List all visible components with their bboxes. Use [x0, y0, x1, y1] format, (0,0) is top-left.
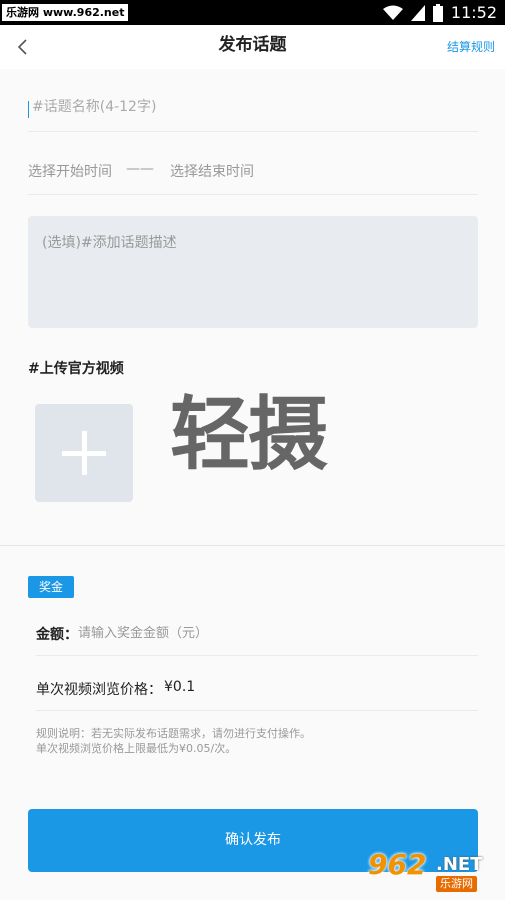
end-time-picker[interactable]: 选择结束时间: [170, 161, 254, 181]
description-box: [28, 216, 478, 328]
topic-name-field: [28, 82, 478, 132]
settlement-rules-link[interactable]: 结算规则: [447, 25, 495, 69]
page-title: 发布话题: [218, 35, 287, 55]
watermark-cn: 乐游网: [436, 876, 477, 892]
text-caret: [28, 101, 29, 118]
upload-video-button[interactable]: [35, 404, 133, 502]
view-price-value: ¥0.1: [164, 679, 196, 695]
battery-icon: [432, 3, 443, 22]
watermark-number: 962: [368, 848, 427, 881]
rules-note-line: 单次视频浏览价格上限最低为¥0.05/次。: [36, 742, 237, 755]
start-time-picker[interactable]: 选择开始时间: [28, 161, 112, 181]
amount-input[interactable]: [78, 618, 458, 648]
rules-note: 规则说明：若无实际发布话题需求，请勿进行支付操作。 单次视频浏览价格上限最低为¥…: [36, 726, 478, 756]
header: 发布话题 结算规则: [0, 25, 505, 69]
wifi-icon: [382, 5, 403, 20]
watermark-text: 乐游网 www.962.net: [2, 4, 129, 21]
time-separator: ——: [126, 161, 154, 177]
upload-video-label: #上传官方视频: [28, 361, 124, 377]
watermark-suffix: .NET: [436, 854, 483, 875]
status-icons: 11:52: [382, 0, 497, 25]
app-logo-text: 轻摄: [170, 387, 328, 481]
bonus-tag: 奖金: [28, 576, 74, 598]
topic-name-input[interactable]: [32, 82, 472, 132]
status-time: 11:52: [450, 3, 497, 22]
status-bar: 乐游网 www.962.net 11:52: [0, 0, 505, 25]
time-range-row: 选择开始时间 —— 选择结束时间: [28, 145, 478, 195]
view-price-row: 单次视频浏览价格： ¥0.1: [36, 665, 478, 711]
description-input[interactable]: [28, 216, 478, 328]
rules-note-line: 规则说明：若无实际发布话题需求，请勿进行支付操作。: [36, 727, 311, 740]
bonus-amount-row: 金额：: [36, 610, 478, 656]
watermark-logo: 962 .NET 乐游网: [364, 850, 499, 895]
amount-label: 金额：: [36, 627, 78, 643]
signal-icon: [410, 4, 425, 21]
view-price-label: 单次视频浏览价格：: [36, 682, 162, 698]
